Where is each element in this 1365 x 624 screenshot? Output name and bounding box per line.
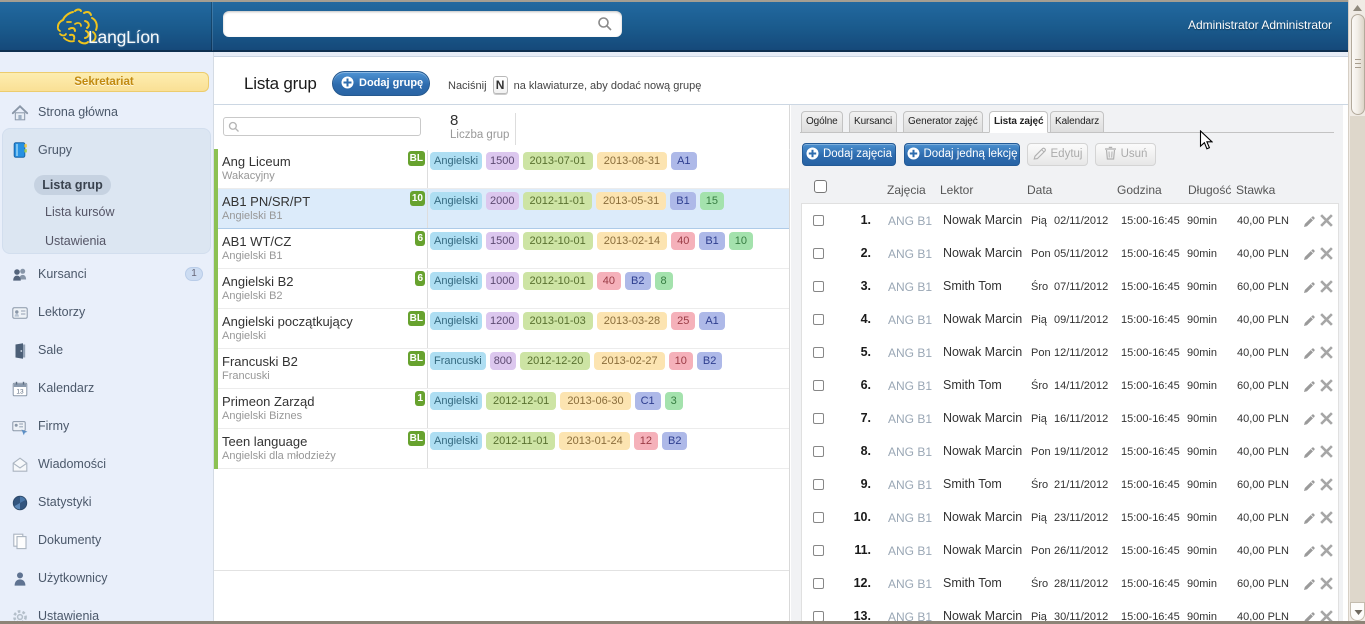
svg-text:13: 13 — [16, 389, 24, 396]
